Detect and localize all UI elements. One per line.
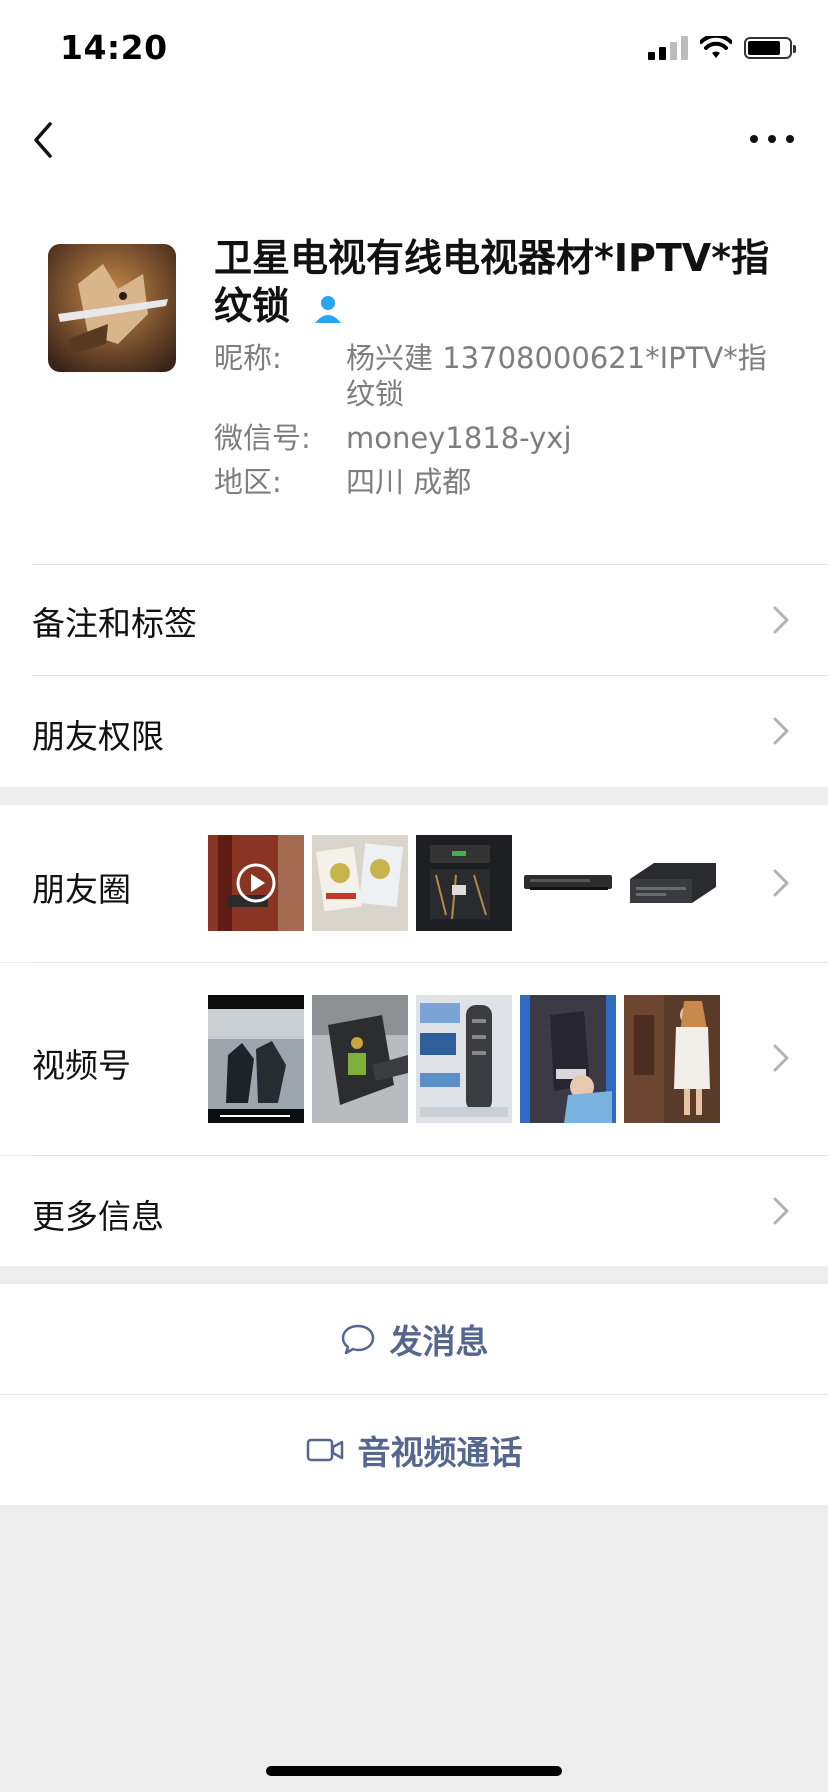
remarks-tags-label: 备注和标签 (32, 604, 197, 643)
chevron-right-icon (773, 606, 789, 634)
channels-thumbnails (208, 995, 720, 1123)
chevron-right-icon (773, 1044, 789, 1072)
status-time: 14:20 (60, 28, 168, 67)
remarks-tags-row[interactable]: 备注和标签 (0, 565, 828, 675)
video-call-button[interactable]: 音视频通话 (0, 1395, 828, 1505)
more-options-icon[interactable] (746, 126, 798, 152)
region-label: 地区: (214, 465, 282, 499)
channels-thumbnail (416, 995, 512, 1123)
back-icon[interactable] (26, 116, 66, 164)
cellular-signal-icon (648, 36, 688, 60)
avatar[interactable] (48, 244, 176, 372)
chat-bubble-icon (341, 1324, 374, 1355)
display-name-text: 卫星电视有线电视器材*IPTV*指纹锁 (214, 236, 770, 328)
nickname-label: 昵称: (214, 341, 282, 375)
chevron-right-icon (773, 717, 789, 745)
chevron-right-icon (773, 1197, 789, 1225)
more-info-row[interactable]: 更多信息 (0, 1156, 828, 1266)
channels-thumbnail (624, 995, 720, 1123)
status-icons (648, 36, 796, 60)
send-message-button[interactable]: 发消息 (0, 1284, 828, 1394)
moments-row[interactable]: 朋友圈 (0, 805, 828, 962)
moments-thumbnail (416, 835, 512, 931)
video-call-label: 音视频通话 (357, 1433, 523, 1472)
send-message-label: 发消息 (389, 1322, 489, 1361)
moments-thumbnails (208, 835, 720, 931)
more-info-label: 更多信息 (32, 1197, 164, 1236)
battery-icon (744, 37, 796, 59)
channels-thumbnail (312, 995, 408, 1123)
friend-permissions-label: 朋友权限 (32, 717, 164, 756)
wechat-id-label: 微信号: (214, 421, 311, 455)
channels-label: 视频号 (32, 1046, 131, 1085)
friend-permissions-row[interactable]: 朋友权限 (0, 676, 828, 786)
moments-label: 朋友圈 (32, 870, 131, 909)
channels-row[interactable]: 视频号 (0, 963, 828, 1155)
moments-thumbnail (208, 835, 304, 931)
video-camera-icon (306, 1438, 343, 1462)
moments-thumbnail (624, 835, 720, 931)
channels-thumbnail (520, 995, 616, 1123)
channels-thumbnail (208, 995, 304, 1123)
wifi-icon (700, 36, 732, 58)
moments-thumbnail (312, 835, 408, 931)
wechat-id-value: money1818-yxj (346, 421, 572, 455)
contact-person-icon (315, 295, 342, 323)
home-indicator[interactable] (266, 1766, 562, 1776)
moments-thumbnail (520, 835, 616, 931)
region-value: 四川 成都 (346, 465, 472, 499)
display-name: 卫星电视有线电视器材*IPTV*指纹锁 (214, 234, 794, 330)
nickname-value: 杨兴建 13708000621*IPTV*指纹锁 (346, 341, 767, 411)
chevron-right-icon (773, 869, 789, 897)
